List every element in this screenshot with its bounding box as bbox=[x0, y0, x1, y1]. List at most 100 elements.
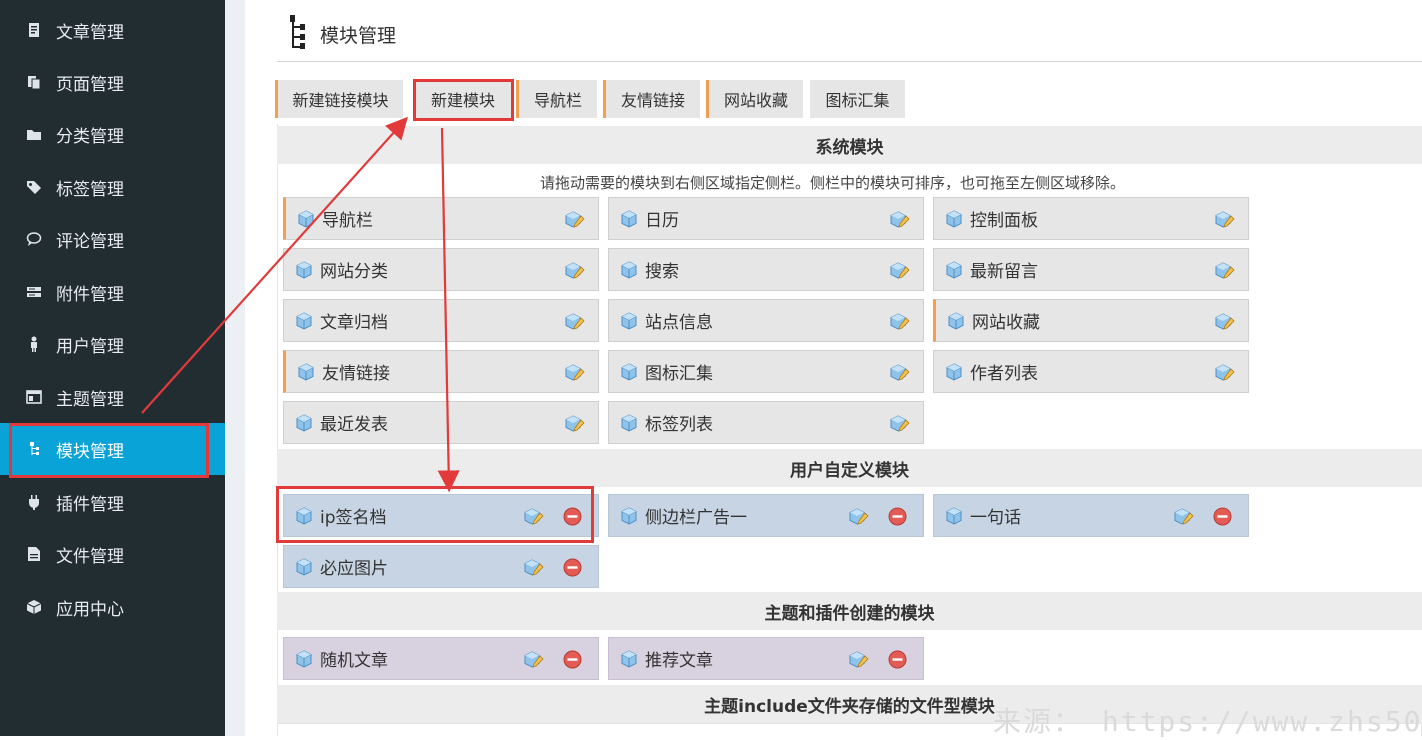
tab-favorites[interactable]: 网站收藏 bbox=[706, 80, 803, 118]
module-label: 作者列表 bbox=[970, 364, 1038, 384]
module-item[interactable]: 最新留言 bbox=[933, 248, 1249, 291]
sidebar-item-app-center[interactable]: 应用中心 bbox=[0, 581, 225, 633]
module-icon bbox=[290, 15, 308, 53]
sidebar-item-users[interactable]: 用户管理 bbox=[0, 318, 225, 370]
module-item[interactable]: 标签列表 bbox=[608, 401, 924, 444]
sidebar-item-label: 标签管理 bbox=[56, 179, 124, 200]
module-item[interactable]: 推荐文章 bbox=[608, 637, 924, 680]
module-item[interactable]: 友情链接 bbox=[283, 350, 599, 393]
section-system-modules: 系统模块 bbox=[277, 126, 1422, 164]
edit-icon[interactable] bbox=[563, 311, 585, 333]
edit-icon[interactable] bbox=[888, 362, 910, 384]
module-item[interactable]: 最近发表 bbox=[283, 401, 599, 444]
edit-icon[interactable] bbox=[1213, 362, 1235, 384]
module-item[interactable]: 作者列表 bbox=[933, 350, 1249, 393]
tab-icon-collection[interactable]: 图标汇集 bbox=[810, 80, 905, 118]
module-label: 最近发表 bbox=[320, 415, 388, 435]
tag-icon bbox=[26, 179, 42, 195]
cube-icon bbox=[944, 362, 964, 382]
comment-icon bbox=[26, 231, 42, 247]
module-label: 标签列表 bbox=[645, 415, 713, 435]
cube-icon bbox=[946, 311, 966, 331]
sidebar-item-label: 文章管理 bbox=[56, 22, 124, 43]
sidebar-item-plugins[interactable]: 插件管理 bbox=[0, 476, 225, 528]
module-item[interactable]: 网站收藏 bbox=[933, 299, 1249, 342]
module-item[interactable]: 日历 bbox=[608, 197, 924, 240]
module-item[interactable]: 控制面板 bbox=[933, 197, 1249, 240]
watermark: 来源： https://www.zhs50.cn bbox=[993, 705, 1422, 738]
edit-icon[interactable] bbox=[563, 362, 585, 384]
edit-icon[interactable] bbox=[1213, 209, 1235, 231]
content-gutter bbox=[225, 0, 245, 736]
edit-icon[interactable] bbox=[522, 557, 544, 579]
cube-icon bbox=[619, 362, 639, 382]
sidebar-item-themes[interactable]: 主题管理 bbox=[0, 371, 225, 423]
delete-icon[interactable] bbox=[563, 650, 582, 669]
sidebar-item-label: 分类管理 bbox=[56, 126, 124, 147]
edit-icon[interactable] bbox=[563, 413, 585, 435]
tab-new-link-module[interactable]: 新建链接模块 bbox=[275, 80, 403, 118]
module-label: 友情链接 bbox=[322, 364, 390, 384]
module-label: 侧边栏广告一 bbox=[645, 508, 747, 528]
sidebar-item-files[interactable]: 文件管理 bbox=[0, 528, 225, 580]
sidebar-item-articles[interactable]: 文章管理 bbox=[0, 4, 225, 56]
cube-icon bbox=[619, 649, 639, 669]
module-item[interactable]: 侧边栏广告一 bbox=[608, 494, 924, 537]
annotation-box-new-module bbox=[413, 79, 514, 121]
edit-icon[interactable] bbox=[888, 209, 910, 231]
edit-icon[interactable] bbox=[1172, 506, 1194, 528]
annotation-box-ip-module bbox=[276, 486, 594, 543]
edit-icon[interactable] bbox=[888, 413, 910, 435]
sidebar: 文章管理 页面管理 分类管理 标签管理 评论管理 附件管理 用户管理 主题管理 … bbox=[0, 0, 225, 736]
sidebar-item-label: 主题管理 bbox=[56, 389, 124, 410]
module-label: 站点信息 bbox=[645, 313, 713, 333]
cube-icon bbox=[619, 506, 639, 526]
module-item[interactable]: 站点信息 bbox=[608, 299, 924, 342]
edit-icon[interactable] bbox=[522, 649, 544, 671]
module-item[interactable]: 必应图片 bbox=[283, 545, 599, 588]
delete-icon[interactable] bbox=[888, 507, 907, 526]
sidebar-item-label: 评论管理 bbox=[56, 231, 124, 252]
cube-icon bbox=[294, 260, 314, 280]
cube-icon bbox=[294, 311, 314, 331]
sidebar-item-pages[interactable]: 页面管理 bbox=[0, 56, 225, 108]
page-title: 模块管理 bbox=[320, 24, 397, 47]
module-item[interactable]: 搜索 bbox=[608, 248, 924, 291]
module-label: 随机文章 bbox=[320, 651, 388, 671]
theme-icon bbox=[26, 389, 42, 405]
module-item[interactable]: 一句话 bbox=[933, 494, 1249, 537]
module-item[interactable]: 文章归档 bbox=[283, 299, 599, 342]
cube-icon bbox=[619, 311, 639, 331]
edit-icon[interactable] bbox=[847, 649, 869, 671]
sidebar-item-categories[interactable]: 分类管理 bbox=[0, 108, 225, 160]
module-item[interactable]: 导航栏 bbox=[283, 197, 599, 240]
delete-icon[interactable] bbox=[563, 558, 582, 577]
sidebar-item-tags[interactable]: 标签管理 bbox=[0, 161, 225, 213]
sidebar-item-attachments[interactable]: 附件管理 bbox=[0, 266, 225, 318]
edit-icon[interactable] bbox=[1213, 311, 1235, 333]
edit-icon[interactable] bbox=[563, 260, 585, 282]
edit-icon[interactable] bbox=[563, 209, 585, 231]
tab-navbar[interactable]: 导航栏 bbox=[516, 80, 597, 118]
tab-friend-links[interactable]: 友情链接 bbox=[603, 80, 700, 118]
module-item[interactable]: 图标汇集 bbox=[608, 350, 924, 393]
delete-icon[interactable] bbox=[1213, 507, 1232, 526]
sidebar-item-label: 用户管理 bbox=[56, 336, 124, 357]
cube-icon bbox=[294, 413, 314, 433]
edit-icon[interactable] bbox=[1213, 260, 1235, 282]
edit-icon[interactable] bbox=[888, 260, 910, 282]
sidebar-item-comments[interactable]: 评论管理 bbox=[0, 213, 225, 265]
file-icon bbox=[26, 546, 42, 562]
module-item[interactable]: 网站分类 bbox=[283, 248, 599, 291]
sidebar-item-label: 附件管理 bbox=[56, 284, 124, 305]
sidebar-item-label: 页面管理 bbox=[56, 74, 124, 95]
user-icon bbox=[26, 336, 42, 352]
edit-icon[interactable] bbox=[888, 311, 910, 333]
cube-icon bbox=[296, 209, 316, 229]
module-item[interactable]: 随机文章 bbox=[283, 637, 599, 680]
edit-icon[interactable] bbox=[847, 506, 869, 528]
delete-icon[interactable] bbox=[888, 650, 907, 669]
folder-icon bbox=[26, 126, 42, 142]
section-user-modules: 用户自定义模块 bbox=[277, 449, 1422, 487]
module-label: 必应图片 bbox=[320, 559, 388, 579]
